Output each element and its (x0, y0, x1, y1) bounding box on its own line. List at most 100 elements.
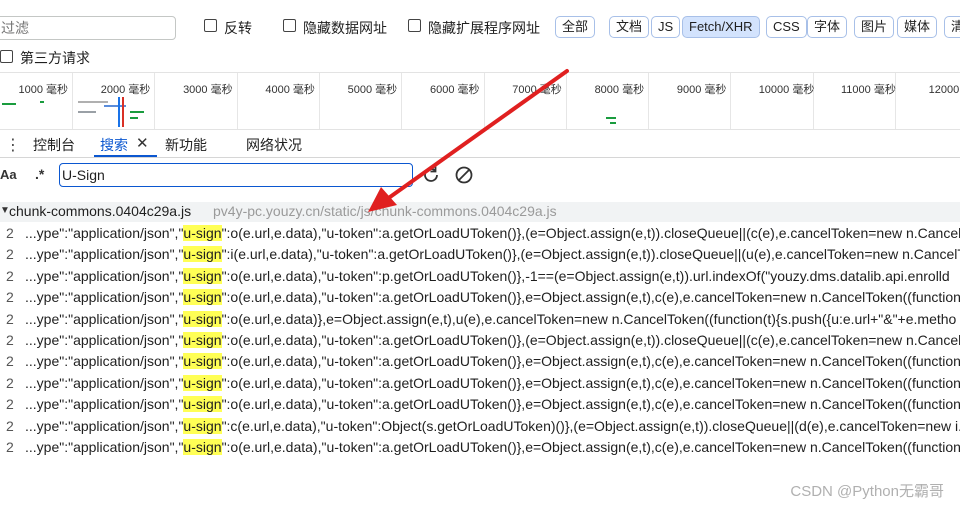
filter-chip[interactable]: 文档 (609, 16, 650, 38)
result-line-text: ...ype":"application/json","u-sign":o(e.… (25, 394, 960, 415)
filter-chip[interactable]: 全部 (555, 16, 596, 38)
result-file-name: chunk-commons.0404c29a.js (9, 203, 192, 219)
timeline-tick-label: 3000 毫秒 (183, 84, 233, 96)
timeline-bar (2, 103, 16, 105)
result-line-number: 2 (6, 417, 14, 434)
third-party-checkbox[interactable] (0, 50, 13, 63)
result-row[interactable]: 2 ...ype":"application/json","u-sign":o(e… (0, 266, 960, 287)
result-match-highlight: u-sign (183, 225, 222, 241)
filter-chip[interactable]: 图片 (854, 16, 895, 38)
result-suffix: ":o(e.url,e.data),"u-token":a.getOrLoadU… (221, 289, 960, 306)
result-file-path: pv4y-pc.youzy.cn/static/js/chunk-commons… (213, 203, 557, 219)
hide-data-urls-label: 隐藏数据网址 (303, 20, 387, 36)
timeline-tick-label: 4000 毫秒 (265, 84, 315, 96)
result-suffix: ":o(e.url,e.data),"u-token":a.getOrLoadU… (221, 353, 960, 370)
timeline-tick-label: 10000 毫秒 (758, 84, 815, 96)
result-row[interactable]: 2 ...ype":"application/json","u-sign":o(e… (0, 287, 960, 308)
result-suffix: ":o(e.url,e.data),"u-token":p.getOrLoadU… (221, 267, 950, 284)
timeline-tick-label: 9000 毫秒 (676, 84, 727, 96)
filter-input[interactable] (0, 16, 176, 40)
timeline-tick-label: 5000 毫秒 (347, 84, 398, 96)
filter-bar: 反转 隐藏数据网址 隐藏扩展程序网址 全部文档JSFetch/XHR CSS字体图… (0, 14, 960, 42)
result-line-text: ...ype":"application/json","u-sign":o(e.… (25, 373, 960, 394)
result-suffix: ":o(e.url,e.data),"u-token":a.getOrLoadU… (221, 374, 960, 391)
timeline-tick-label: 1000 毫秒 (18, 84, 68, 96)
close-icon[interactable]: ✕ (136, 134, 149, 152)
result-row[interactable]: 2 ...ype":"application/json","u-sign":i(e… (0, 244, 960, 265)
timeline-gridline (895, 73, 896, 129)
result-row[interactable]: 2 ...ype":"application/json","u-sign":o(e… (0, 309, 960, 330)
hide-extension-urls-label: 隐藏扩展程序网址 (428, 20, 540, 36)
result-match-highlight: u-sign (183, 310, 222, 327)
result-row[interactable]: 2 ...ype":"application/json","u-sign":c(e… (0, 416, 960, 437)
result-match-highlight: u-sign (183, 353, 222, 370)
result-row[interactable]: 2 ...ype":"application/json","u-sign":o(e… (0, 351, 960, 372)
filter-chip[interactable]: 媒体 (897, 16, 938, 38)
result-prefix: ...ype":"application/json"," (25, 396, 184, 413)
result-line-text: ...ype":"application/json","u-sign":o(e.… (25, 287, 960, 308)
timeline-bar (78, 101, 108, 103)
result-row[interactable]: 2 ...ype":"application/json","u-sign":o(e… (0, 437, 960, 458)
result-prefix: ...ype":"application/json"," (25, 353, 184, 370)
network-timeline-overview[interactable]: 1000 毫秒 2000 毫秒 3000 毫秒 4000 毫秒 5000 毫秒 6000 … (0, 72, 960, 130)
result-match-highlight: u-sign (183, 331, 222, 348)
filter-chip[interactable]: Fetch/XHR (682, 16, 760, 38)
tab-search[interactable]: 搜索 (100, 135, 128, 155)
result-line-text: ...ype":"application/json","u-sign":o(e.… (25, 351, 960, 372)
refresh-icon[interactable] (420, 164, 442, 186)
result-suffix: ":o(e.url,e.data),"u-token":a.getOrLoadU… (221, 225, 960, 241)
result-row[interactable]: 2 ...ype":"application/json","u-sign":o(e… (0, 330, 960, 351)
result-line-number: 2 (6, 353, 14, 370)
result-prefix: ...ype":"application/json"," (25, 289, 184, 306)
more-vertical-icon[interactable]: ⋮ (5, 135, 21, 155)
tab-network-conditions[interactable]: 网络状况 (246, 135, 302, 155)
result-row[interactable]: 2 ...ype":"application/json","u-sign":o(e… (0, 394, 960, 415)
result-line-number: 2 (6, 267, 14, 284)
result-line-text: ...ype":"application/json","u-sign":o(e.… (25, 330, 960, 351)
result-match-highlight: u-sign (183, 374, 222, 391)
filter-chip[interactable]: JS (651, 16, 681, 38)
timeline-tick-label: 12000 毫 (928, 84, 960, 96)
timeline-gridline (730, 73, 732, 129)
result-line-text: ...ype":"application/json","u-sign":o(e.… (25, 309, 956, 330)
timeline-gridline (318, 73, 320, 129)
result-rows: 2 ...ype":"application/json","u-sign":o(e… (0, 223, 960, 458)
result-line-number: 2 (6, 374, 14, 391)
dom-content-loaded-line (118, 97, 120, 127)
invert-checkbox[interactable] (204, 19, 217, 32)
drawer-tabbar: ⋮ 控制台 搜索 ✕ 新功能 网络状况 (0, 131, 960, 158)
result-file-header[interactable]: ▼ chunk-commons.0404c29a.js pv4y-pc.youz… (0, 202, 960, 222)
result-match-highlight: u-sign (183, 289, 222, 306)
result-row[interactable]: 2 ...ype":"application/json","u-sign":o(e… (0, 373, 960, 394)
timeline-gridline (154, 73, 156, 129)
timeline-bar (130, 111, 144, 113)
match-case-toggle[interactable]: Aa (0, 167, 17, 182)
result-line-number: 2 (6, 289, 14, 306)
tab-whats-new[interactable]: 新功能 (165, 135, 207, 155)
clear-icon[interactable] (453, 164, 475, 186)
result-row[interactable]: 2 ...ype":"application/json","u-sign":o(e… (0, 223, 960, 244)
invert-label: 反转 (224, 20, 252, 36)
timeline-gridline (401, 73, 403, 129)
search-input[interactable] (59, 163, 413, 187)
hide-extension-urls-checkbox[interactable] (408, 19, 421, 32)
regex-toggle[interactable]: .* (35, 166, 44, 182)
result-line-number: 2 (6, 331, 14, 348)
hide-data-urls-checkbox[interactable] (283, 19, 296, 32)
tab-console[interactable]: 控制台 (33, 135, 75, 155)
result-match-highlight: u-sign (183, 396, 222, 413)
result-prefix: ...ype":"application/json"," (25, 310, 184, 327)
result-line-number: 2 (6, 225, 14, 241)
filter-chip[interactable]: CSS (766, 16, 807, 38)
result-line-number: 2 (6, 246, 14, 263)
result-prefix: ...ype":"application/json"," (25, 374, 184, 391)
filter-chip[interactable]: 清 (944, 16, 960, 38)
search-toolbar: Aa .* (0, 161, 960, 189)
timeline-bar (606, 117, 616, 119)
timeline-bar (130, 117, 138, 119)
filter-chip[interactable]: 字体 (807, 16, 848, 38)
result-match-highlight: u-sign (183, 417, 222, 434)
result-line-text: ...ype":"application/json","u-sign":c(e.… (25, 416, 960, 437)
timeline-tick-label: 7000 毫秒 (512, 84, 562, 96)
result-prefix: ...ype":"application/json"," (25, 267, 184, 284)
